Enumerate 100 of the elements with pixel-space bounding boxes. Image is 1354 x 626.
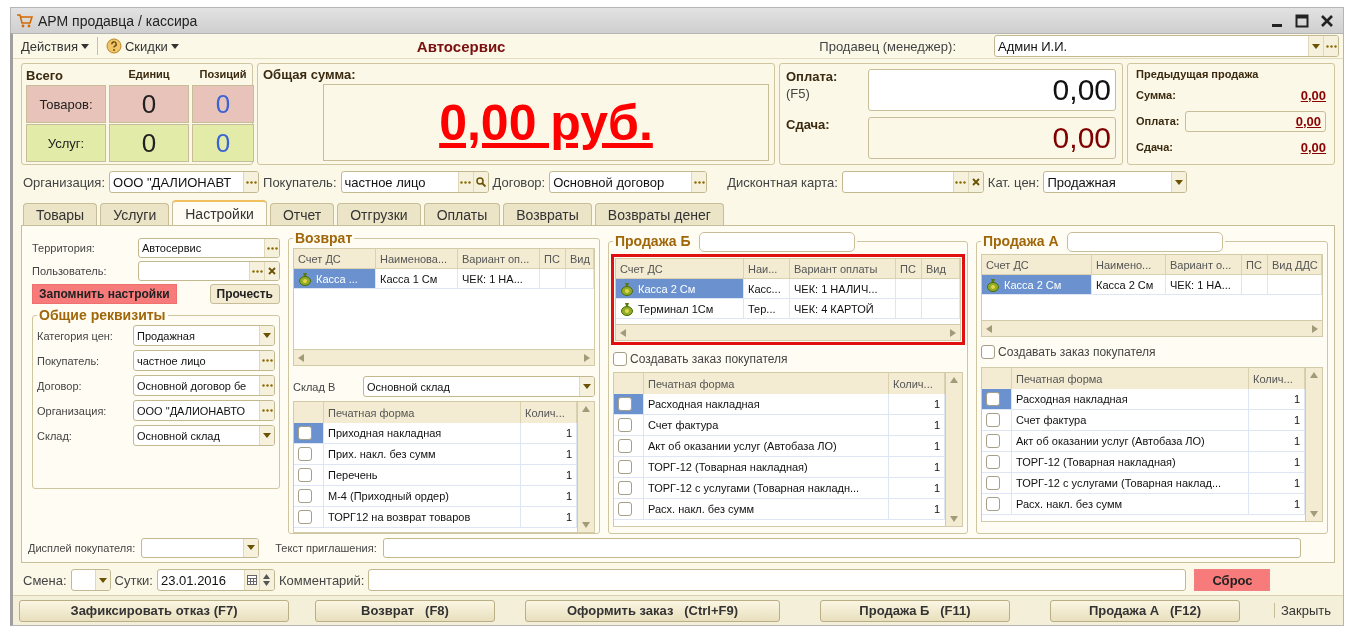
filter-field[interactable]: частное лицо: [340, 171, 489, 193]
tab[interactable]: Возвраты денег: [594, 203, 724, 225]
checkbox-cell[interactable]: [294, 444, 324, 465]
checkbox[interactable]: [618, 418, 632, 432]
scroll-left-icon[interactable]: [620, 328, 626, 337]
tab[interactable]: Услуги: [100, 203, 170, 225]
column-header[interactable]: Печатная форма: [644, 373, 889, 395]
action-button[interactable]: Зафиксировать отказ (F7): [19, 599, 289, 622]
checkbox[interactable]: [986, 434, 1000, 448]
column-header[interactable]: Вариант о...: [1166, 255, 1242, 275]
checkbox[interactable]: [618, 397, 632, 411]
scroll-right-icon[interactable]: [950, 328, 956, 337]
checkbox[interactable]: [986, 455, 1000, 469]
tab[interactable]: Отгрузки: [337, 203, 421, 225]
checkbox[interactable]: [618, 502, 632, 516]
checkbox-cell[interactable]: [614, 478, 644, 499]
checkbox[interactable]: [986, 413, 1000, 427]
sale-name-field[interactable]: [1066, 232, 1223, 252]
column-header[interactable]: Колич...: [521, 402, 577, 424]
column-header[interactable]: ПС: [1242, 255, 1268, 275]
lookup-button[interactable]: [1323, 36, 1338, 56]
checkbox-cell[interactable]: [294, 465, 324, 486]
horizontal-scrollbar[interactable]: [615, 324, 961, 341]
action-button[interactable]: Возврат (F8): [315, 599, 495, 622]
menu-button[interactable]: Действия: [17, 36, 93, 56]
column-header[interactable]: Вид ДДС: [1268, 255, 1322, 275]
dropdown-button[interactable]: [243, 538, 259, 557]
customer-display-field[interactable]: [141, 537, 260, 558]
checkbox[interactable]: [986, 392, 1000, 406]
payment-field[interactable]: 0,00: [868, 69, 1116, 111]
horizontal-scrollbar[interactable]: [293, 349, 595, 366]
filter-field[interactable]: Основной договор: [549, 171, 708, 193]
settings-field[interactable]: частное лицо: [133, 350, 275, 371]
checkbox[interactable]: [298, 489, 312, 503]
action-button[interactable]: Продажа Б (F11): [820, 599, 1010, 622]
scroll-right-icon[interactable]: [1312, 324, 1318, 333]
vertical-scrollbar[interactable]: [1305, 368, 1322, 521]
column-header[interactable]: Колич...: [889, 373, 945, 395]
tab[interactable]: Оплаты: [423, 203, 501, 225]
column-header[interactable]: ПС: [896, 259, 922, 279]
column-header[interactable]: ПС: [540, 249, 566, 269]
lookup-button[interactable]: [259, 401, 274, 420]
dropdown-button[interactable]: [1171, 172, 1187, 192]
checkbox-cell[interactable]: [614, 457, 644, 478]
column-header[interactable]: Вариант оп...: [458, 249, 540, 269]
calendar-button[interactable]: [244, 570, 259, 590]
checkbox[interactable]: [618, 439, 632, 453]
column-header[interactable]: Счет ДС: [294, 249, 376, 269]
checkbox[interactable]: [298, 447, 312, 461]
checkbox-cell[interactable]: [614, 394, 644, 415]
column-header[interactable]: Вид: [922, 259, 960, 279]
settings-field[interactable]: Продажная: [133, 325, 275, 346]
tab[interactable]: Товары: [23, 203, 98, 225]
dropdown-button[interactable]: [259, 326, 274, 345]
dropdown-button[interactable]: [1308, 36, 1323, 56]
checkbox[interactable]: [986, 476, 1000, 490]
vertical-scrollbar[interactable]: [577, 402, 594, 532]
menu-button[interactable]: Скидки: [101, 36, 183, 56]
lookup-button[interactable]: [457, 172, 473, 192]
tab[interactable]: Возвраты: [503, 203, 592, 225]
checkbox[interactable]: [986, 497, 1000, 511]
checkbox-cell[interactable]: [614, 436, 644, 457]
seller-field[interactable]: Админ И.И.: [994, 35, 1339, 57]
checkbox-cell[interactable]: [982, 389, 1012, 410]
table-cell[interactable]: Терминал 1См: [616, 299, 744, 319]
checkbox[interactable]: [618, 481, 632, 495]
scroll-down-icon[interactable]: [582, 522, 590, 528]
scroll-left-icon[interactable]: [986, 324, 992, 333]
lookup-button[interactable]: [691, 172, 707, 192]
dropdown-button[interactable]: [94, 570, 110, 590]
checkbox-cell[interactable]: [294, 507, 324, 528]
filter-field[interactable]: Продажная: [1043, 171, 1188, 193]
settings-field[interactable]: Автосервис: [138, 238, 280, 258]
dropdown-button[interactable]: [579, 377, 594, 396]
scroll-right-icon[interactable]: [584, 353, 590, 362]
checkbox-cell[interactable]: [294, 486, 324, 507]
column-header[interactable]: Печатная форма: [1012, 368, 1249, 390]
settings-button[interactable]: Прочесть: [209, 284, 280, 304]
scroll-left-icon[interactable]: [298, 353, 304, 362]
warehouse-field[interactable]: Основной склад: [363, 376, 595, 397]
column-header[interactable]: Вид: [566, 249, 594, 269]
checkbox[interactable]: [981, 345, 995, 359]
lookup-button[interactable]: [259, 376, 274, 395]
date-field[interactable]: 23.01.2016: [157, 569, 275, 591]
scroll-up-icon[interactable]: [1310, 372, 1318, 378]
checkbox-cell[interactable]: [982, 452, 1012, 473]
checkbox-cell[interactable]: [982, 410, 1012, 431]
horizontal-scrollbar[interactable]: [981, 320, 1323, 337]
checkbox[interactable]: [298, 510, 312, 524]
column-header[interactable]: Колич...: [1249, 368, 1305, 390]
action-button[interactable]: Оформить заказ (Ctrl+F9): [525, 599, 780, 622]
comment-field[interactable]: [368, 569, 1187, 591]
filter-field[interactable]: ООО "ДАЛИОНАВТ: [109, 171, 260, 193]
checkbox-cell[interactable]: [982, 431, 1012, 452]
lookup-button[interactable]: [243, 172, 259, 192]
shift-field[interactable]: [70, 569, 111, 591]
checkbox[interactable]: [613, 351, 627, 366]
filter-field[interactable]: [841, 171, 984, 193]
settings-field[interactable]: Основной договор бе: [133, 375, 275, 396]
column-header[interactable]: Печатная форма: [324, 402, 521, 424]
